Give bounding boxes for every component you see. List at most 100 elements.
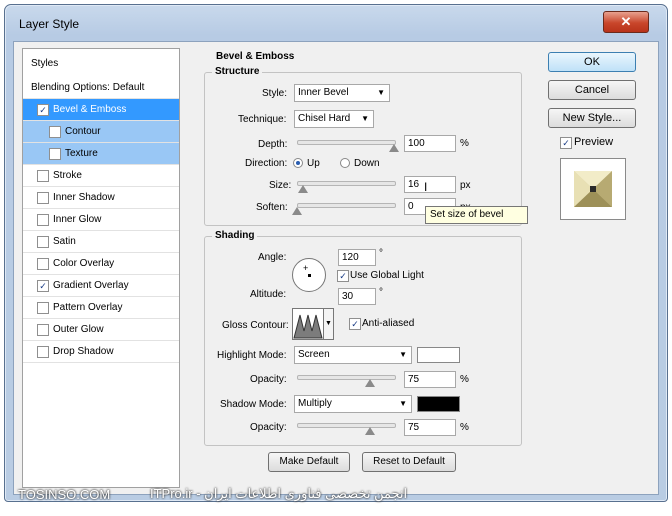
styles-list-item[interactable]: Contour — [23, 121, 179, 143]
shadow-mode-label: Shadow Mode: — [220, 399, 287, 410]
styles-list-checkbox[interactable] — [37, 192, 49, 204]
crosshair-icon: + — [303, 263, 309, 273]
highlight-mode-select[interactable]: Screen ▼ — [294, 346, 412, 364]
technique-select[interactable]: Chisel Hard ▼ — [294, 110, 374, 128]
preview-checkbox[interactable]: ✓ — [560, 137, 572, 149]
styles-list-checkbox[interactable] — [37, 214, 49, 226]
cancel-button[interactable]: Cancel — [548, 80, 636, 100]
anti-aliased-label: Anti-aliased — [362, 318, 415, 329]
depth-input[interactable]: 100 — [404, 135, 456, 152]
shadow-color-swatch[interactable] — [417, 396, 460, 412]
direction-up-label: Up — [307, 158, 320, 169]
highlight-color-swatch[interactable] — [417, 347, 460, 363]
styles-list-checkbox[interactable] — [37, 324, 49, 336]
highlight-opacity-thumb[interactable] — [364, 379, 375, 387]
close-icon: ✕ — [620, 14, 632, 29]
styles-list-checkbox[interactable] — [37, 302, 49, 314]
style-select[interactable]: Inner Bevel ▼ — [294, 84, 390, 102]
make-default-button[interactable]: Make Default — [268, 452, 350, 472]
altitude-label: Altitude: — [250, 289, 287, 300]
soften-label: Soften: — [256, 202, 288, 213]
shadow-opacity-thumb[interactable] — [364, 427, 375, 435]
styles-list-checkbox[interactable]: ✓ — [37, 280, 49, 292]
direction-up-radio[interactable] — [293, 158, 303, 168]
styles-list-item-label: Color Overlay — [53, 258, 115, 269]
highlight-opacity-unit: % — [460, 374, 469, 385]
use-global-light-checkbox[interactable]: ✓ — [337, 270, 349, 282]
close-button[interactable]: ✕ — [603, 11, 649, 33]
anti-aliased-checkbox[interactable]: ✓ — [349, 318, 361, 330]
shadow-opacity-input[interactable]: 75 — [404, 419, 456, 436]
styles-list-item[interactable]: Stroke — [23, 165, 179, 187]
soften-slider-thumb[interactable] — [292, 207, 302, 215]
styles-list-checkbox[interactable] — [49, 148, 61, 160]
direction-label: Direction: — [245, 158, 288, 169]
styles-list-item[interactable]: ✓ Gradient Overlay — [23, 275, 179, 297]
use-global-light-label: Use Global Light — [350, 270, 424, 281]
shadow-opacity-unit: % — [460, 422, 469, 433]
styles-list-item[interactable]: Inner Glow — [23, 209, 179, 231]
styles-list-checkbox[interactable] — [37, 170, 49, 182]
angle-dial[interactable]: + — [292, 258, 326, 292]
title-bar[interactable]: Layer Style ✕ — [5, 5, 667, 39]
styles-list-item[interactable]: Pattern Overlay — [23, 297, 179, 319]
styles-list-item-label: Bevel & Emboss — [53, 104, 127, 115]
styles-list-item[interactable]: Color Overlay — [23, 253, 179, 275]
direction-down-radio[interactable] — [340, 158, 350, 168]
styles-list-checkbox[interactable] — [37, 236, 49, 248]
depth-slider[interactable] — [297, 140, 396, 145]
styles-list-item-label: Stroke — [53, 170, 82, 181]
highlight-opacity-slider[interactable] — [297, 375, 396, 380]
styles-list-item[interactable]: ✓ Bevel & Emboss — [23, 99, 179, 121]
window-title: Layer Style — [19, 17, 80, 31]
size-slider-thumb[interactable] — [297, 185, 308, 193]
styles-list-item[interactable]: Drop Shadow — [23, 341, 179, 363]
gloss-contour-dropdown[interactable]: ▼ — [324, 308, 334, 340]
styles-list: Styles Blending Options: Default ✓ Bevel &… — [22, 48, 180, 488]
styles-list-checkbox[interactable] — [37, 346, 49, 358]
shadow-opacity-slider[interactable] — [297, 423, 396, 428]
ok-button[interactable]: OK — [548, 52, 636, 72]
technique-label: Technique: — [238, 114, 287, 125]
bevel-preview-icon — [574, 171, 612, 207]
size-slider[interactable] — [297, 181, 396, 186]
size-unit: px — [460, 180, 471, 191]
new-style-button[interactable]: New Style... — [548, 108, 636, 128]
styles-list-item-label: Inner Shadow — [53, 192, 115, 203]
depth-unit: % — [460, 138, 469, 149]
watermark-right: ITPro.ir - انجمن تخصصی فناوری اطلاعات ای… — [150, 486, 408, 501]
styles-list-item-label: Drop Shadow — [53, 346, 114, 357]
gloss-contour-picker[interactable] — [292, 308, 324, 340]
styles-list-checkbox[interactable] — [49, 126, 61, 138]
shadow-opacity-label: Opacity: — [250, 422, 287, 433]
structure-title: Structure — [212, 66, 263, 77]
depth-slider-thumb[interactable] — [389, 144, 399, 152]
highlight-opacity-input[interactable]: 75 — [404, 371, 456, 388]
styles-list-item-label: Inner Glow — [53, 214, 102, 225]
styles-list-checkbox[interactable] — [37, 258, 49, 270]
size-label: Size: — [269, 180, 292, 191]
chevron-down-icon: ▼ — [361, 114, 369, 123]
reset-to-default-button[interactable]: Reset to Default — [362, 452, 456, 472]
size-tooltip: Set size of bevel — [425, 206, 528, 224]
style-preview-thumbnail — [560, 158, 626, 220]
shadow-mode-value: Multiply — [298, 398, 332, 409]
styles-list-item[interactable]: Blending Options: Default — [23, 77, 179, 99]
styles-list-item[interactable]: Outer Glow — [23, 319, 179, 341]
shadow-mode-select[interactable]: Multiply ▼ — [294, 395, 412, 413]
soften-slider[interactable] — [297, 203, 396, 208]
altitude-unit: ° — [379, 287, 383, 298]
angle-input[interactable]: 120 — [338, 249, 376, 266]
styles-list-item[interactable]: Inner Shadow — [23, 187, 179, 209]
depth-label: Depth: — [258, 139, 288, 150]
chevron-down-icon: ▼ — [399, 399, 407, 408]
chevron-down-icon: ▼ — [399, 350, 407, 359]
styles-list-item[interactable]: Satin — [23, 231, 179, 253]
styles-list-checkbox[interactable]: ✓ — [37, 104, 49, 116]
chevron-down-icon: ▼ — [377, 88, 385, 97]
size-input[interactable]: 16 — [404, 176, 456, 193]
shading-title: Shading — [212, 230, 258, 241]
altitude-input[interactable]: 30 — [338, 288, 376, 305]
styles-list-item[interactable]: Texture — [23, 143, 179, 165]
contour-curve-icon — [293, 314, 323, 339]
